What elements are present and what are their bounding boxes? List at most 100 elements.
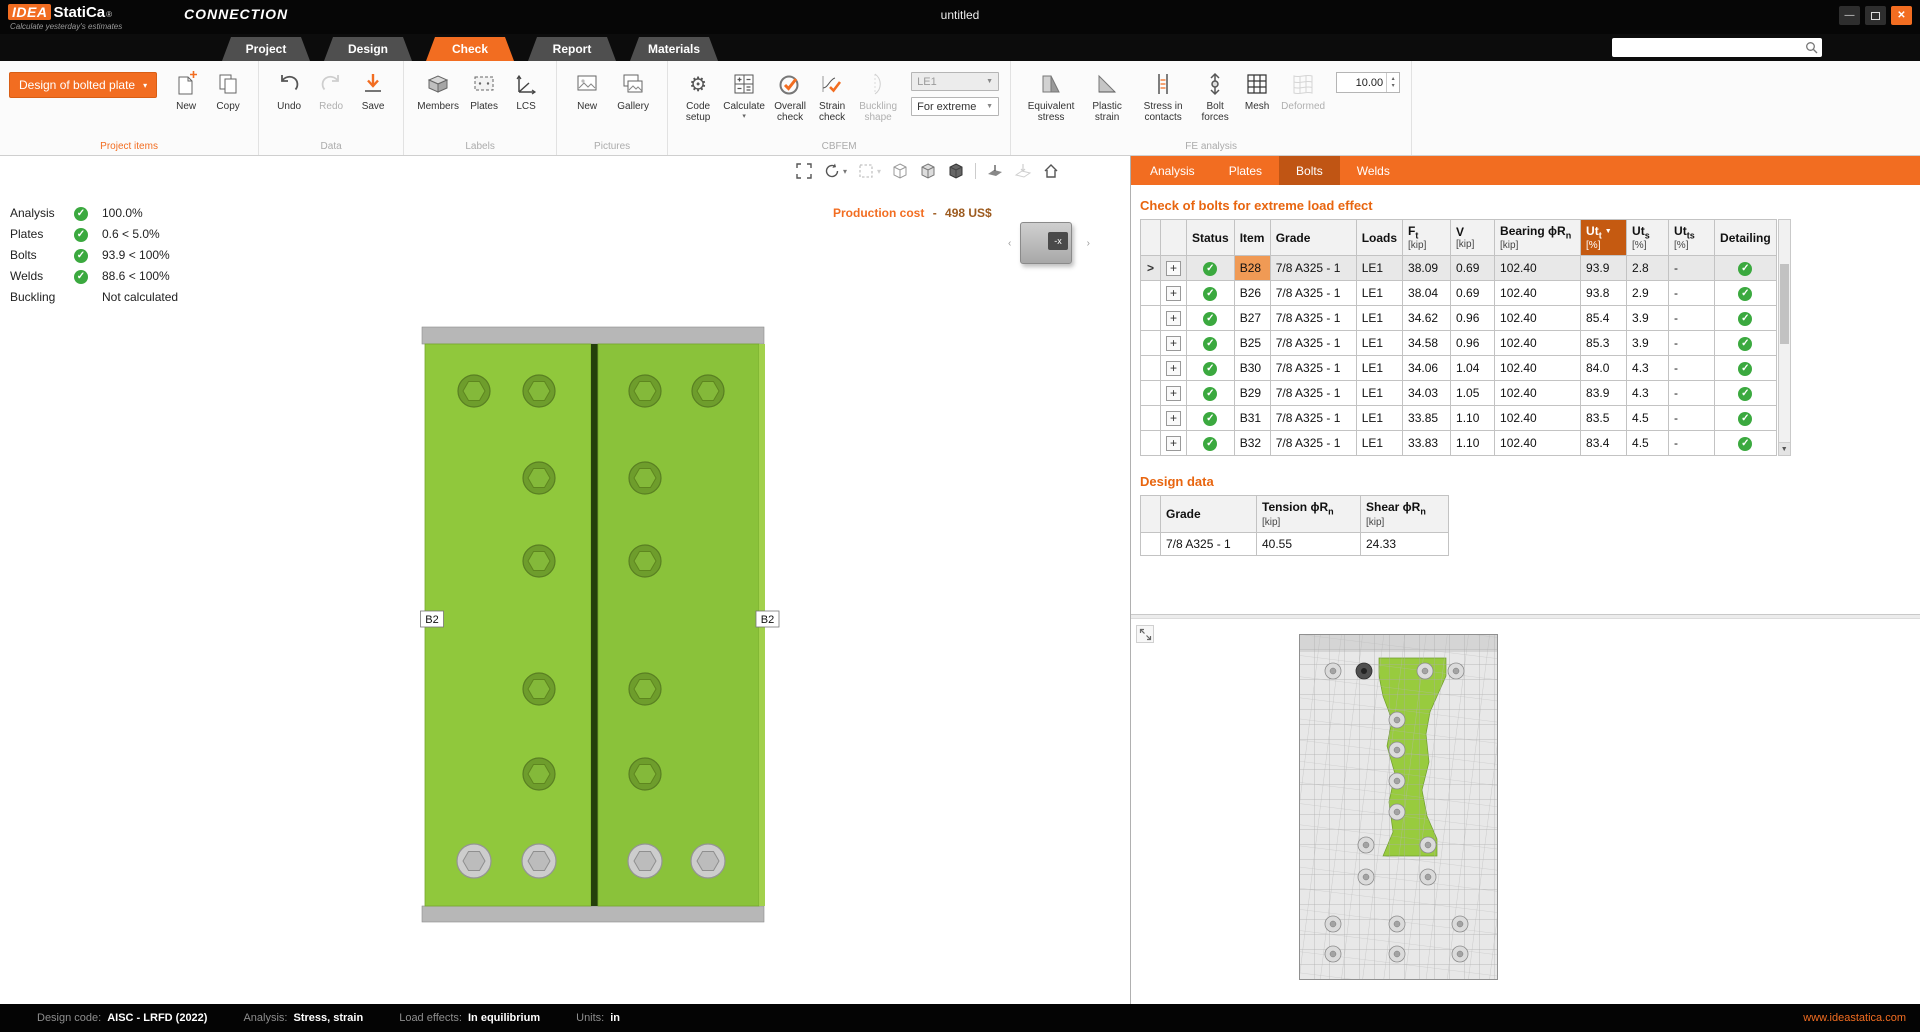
- col-v[interactable]: V[kip]: [1451, 220, 1495, 256]
- bolt[interactable]: [523, 758, 555, 790]
- table-row[interactable]: + ✓ B27 7/8 A325 - 1 LE1 34.62 0.96 102.…: [1141, 306, 1777, 331]
- shaded-view-icon[interactable]: [919, 162, 937, 180]
- calculate-button[interactable]: Calculate ▾: [719, 66, 769, 120]
- bolt[interactable]: [629, 758, 661, 790]
- table-row[interactable]: > + ✓ B28 7/8 A325 - 1 LE1 38.09 0.69 10…: [1141, 256, 1777, 281]
- fit-view-icon[interactable]: [795, 162, 813, 180]
- home-view-icon[interactable]: [1042, 162, 1060, 180]
- bolt[interactable]: [692, 375, 724, 407]
- lcs-button[interactable]: LCS: [505, 66, 547, 112]
- gallery-button[interactable]: Gallery: [608, 66, 658, 112]
- bolt[interactable]: [523, 673, 555, 705]
- undo-button[interactable]: Undo: [268, 66, 310, 112]
- table-row[interactable]: + ✓ B31 7/8 A325 - 1 LE1 33.85 1.10 102.…: [1141, 406, 1777, 431]
- row-expand-button[interactable]: +: [1166, 311, 1181, 326]
- members-labels-button[interactable]: Members: [413, 66, 463, 112]
- viewport-3d[interactable]: Analysis ✓ 100.0% Plates ✓ 0.6 < 5.0% Bo…: [0, 156, 1130, 1004]
- col-loads[interactable]: Loads: [1356, 220, 1402, 256]
- equivalent-stress-button[interactable]: Equivalent stress: [1020, 66, 1082, 123]
- col-item[interactable]: Item: [1234, 220, 1270, 256]
- row-expand-button[interactable]: +: [1166, 261, 1181, 276]
- results-tab-plates[interactable]: Plates: [1212, 156, 1279, 185]
- tab-check[interactable]: Check: [426, 37, 514, 61]
- plates-labels-button[interactable]: Plates: [463, 66, 505, 112]
- stress-in-contacts-button[interactable]: Stress in contacts: [1132, 66, 1194, 123]
- mesh-button[interactable]: Mesh: [1236, 66, 1278, 112]
- bolt[interactable]: [628, 844, 662, 878]
- top-member-edge[interactable]: [422, 327, 764, 344]
- results-tab-analysis[interactable]: Analysis: [1133, 156, 1212, 185]
- search-icon[interactable]: [1805, 41, 1818, 54]
- tab-design[interactable]: Design: [324, 37, 412, 61]
- bolt[interactable]: [457, 844, 491, 878]
- col-utts[interactable]: Utts[%]: [1669, 220, 1715, 256]
- save-button[interactable]: Save: [352, 66, 394, 112]
- table-row[interactable]: + ✓ B30 7/8 A325 - 1 LE1 34.06 1.04 102.…: [1141, 356, 1777, 381]
- tab-report[interactable]: Report: [528, 37, 616, 61]
- bolt[interactable]: [629, 545, 661, 577]
- overall-check-button[interactable]: Overall check: [769, 66, 811, 123]
- row-expand-button[interactable]: +: [1166, 286, 1181, 301]
- bolt[interactable]: [629, 462, 661, 494]
- table-row[interactable]: + ✓ B29 7/8 A325 - 1 LE1 34.03 1.05 102.…: [1141, 381, 1777, 406]
- connection-model[interactable]: B2 B2: [420, 325, 780, 925]
- search-input[interactable]: [1612, 42, 1805, 54]
- results-tab-welds[interactable]: Welds: [1340, 156, 1407, 185]
- preset-dropdown[interactable]: Design of bolted plate ▾: [9, 72, 157, 98]
- table-row[interactable]: + ✓ B32 7/8 A325 - 1 LE1 33.83 1.10 102.…: [1141, 431, 1777, 456]
- left-splice-plate[interactable]: [425, 344, 591, 906]
- bolt-forces-button[interactable]: Bolt forces: [1194, 66, 1236, 123]
- stepper-arrows-icon[interactable]: ▴▾: [1386, 73, 1399, 92]
- navigation-cube[interactable]: -x ‹ ›: [1008, 220, 1092, 272]
- table-row[interactable]: + ✓ B25 7/8 A325 - 1 LE1 34.58 0.96 102.…: [1141, 331, 1777, 356]
- rotate-left-icon[interactable]: ‹: [1008, 238, 1011, 249]
- wireframe-view-icon[interactable]: [891, 162, 909, 180]
- bottom-member-edge[interactable]: [422, 906, 764, 922]
- tab-project[interactable]: Project: [222, 37, 310, 61]
- col-bearing[interactable]: Bearing ϕRn[kip]: [1495, 220, 1581, 256]
- code-setup-button[interactable]: ⚙ Code setup: [677, 66, 719, 123]
- fe-mesh-view[interactable]: [1299, 634, 1498, 980]
- new-item-button[interactable]: New: [165, 66, 207, 112]
- plastic-strain-button[interactable]: Plastic strain: [1082, 66, 1132, 123]
- col-status[interactable]: Status: [1187, 220, 1235, 256]
- row-expander-icon[interactable]: >: [1147, 261, 1154, 275]
- new-picture-button[interactable]: New: [566, 66, 608, 112]
- row-expand-button[interactable]: +: [1166, 336, 1181, 351]
- bolt[interactable]: [523, 545, 555, 577]
- rotate-view-icon[interactable]: ▾: [823, 162, 847, 180]
- bolt[interactable]: [629, 673, 661, 705]
- bolt[interactable]: [523, 462, 555, 494]
- nav-cube-axis-label[interactable]: -x: [1048, 232, 1068, 250]
- expand-view-icon[interactable]: [1136, 625, 1154, 643]
- rotate-right-icon[interactable]: ›: [1087, 238, 1090, 249]
- col-uts[interactable]: Uts[%]: [1627, 220, 1669, 256]
- bolt[interactable]: [522, 844, 556, 878]
- right-splice-plate[interactable]: [598, 344, 759, 906]
- close-button[interactable]: ✕: [1891, 6, 1912, 25]
- bolt[interactable]: [458, 375, 490, 407]
- copy-button[interactable]: Copy: [207, 66, 249, 112]
- bolt[interactable]: [691, 844, 725, 878]
- table-row[interactable]: + ✓ B26 7/8 A325 - 1 LE1 38.04 0.69 102.…: [1141, 281, 1777, 306]
- scrollbar-down-icon[interactable]: ▼: [1779, 442, 1790, 455]
- col-ft[interactable]: Ft[kip]: [1403, 220, 1451, 256]
- results-tab-bolts[interactable]: Bolts: [1279, 156, 1340, 185]
- strain-check-button[interactable]: Strain check: [811, 66, 853, 123]
- table-scrollbar[interactable]: ▼: [1778, 219, 1791, 456]
- deformed-scale-stepper[interactable]: 10.00 ▴▾: [1336, 72, 1400, 93]
- col-utt-sorted[interactable]: Utt▼[%]: [1581, 220, 1627, 256]
- bolt[interactable]: [523, 375, 555, 407]
- row-expand-button[interactable]: +: [1166, 386, 1181, 401]
- maximize-button[interactable]: [1865, 6, 1886, 25]
- row-expand-button[interactable]: +: [1166, 361, 1181, 376]
- extreme-select[interactable]: For extreme ▼: [911, 97, 999, 116]
- minimize-button[interactable]: —: [1839, 6, 1860, 25]
- col-detailing[interactable]: Detailing: [1715, 220, 1777, 256]
- col-grade[interactable]: Grade: [1270, 220, 1356, 256]
- row-expand-button[interactable]: +: [1166, 436, 1181, 451]
- scrollbar-thumb[interactable]: [1780, 264, 1789, 344]
- solid-view-icon[interactable]: [947, 162, 965, 180]
- website-link[interactable]: www.ideastatica.com: [1803, 1012, 1906, 1024]
- clipping-plane-icon[interactable]: [986, 162, 1004, 180]
